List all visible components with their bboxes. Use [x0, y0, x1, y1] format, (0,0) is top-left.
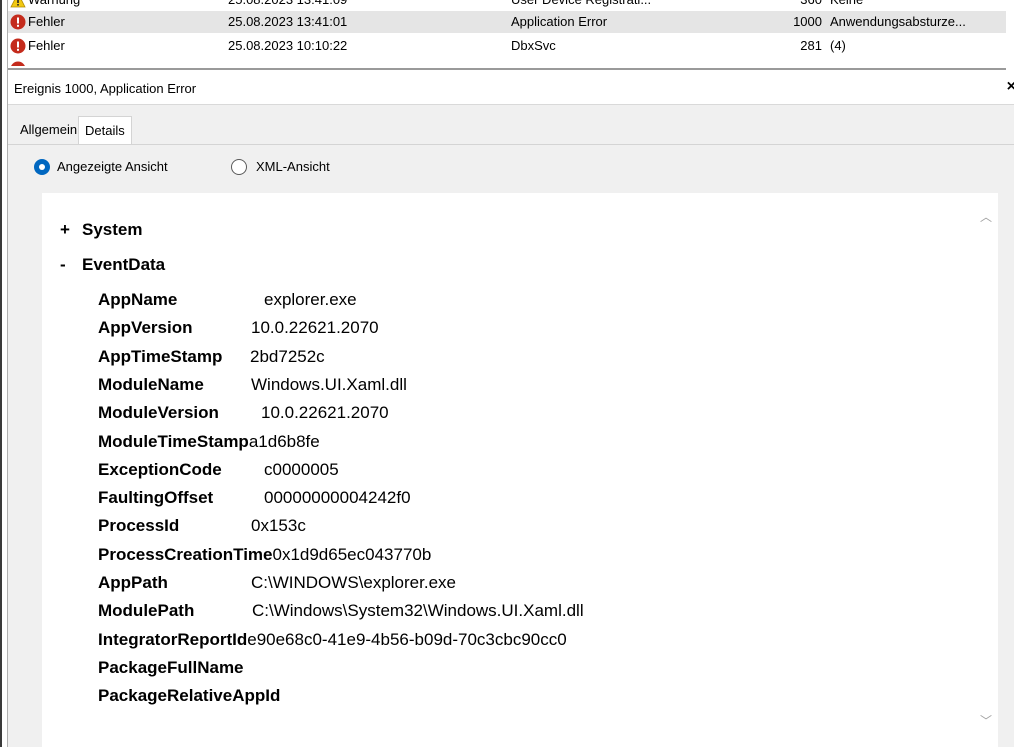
field-value: 2bd7252c [250, 346, 325, 366]
section-label: System [82, 220, 143, 239]
radio-selected-icon[interactable] [34, 159, 50, 175]
tab-allgemein[interactable]: Allgemein [14, 116, 83, 145]
field-name: ProcessId [98, 516, 180, 536]
field-name: AppName [98, 290, 178, 309]
expand-toggle[interactable]: + [60, 219, 82, 241]
field-name: AppVersion [98, 318, 193, 338]
field-row: ModuleTimeStampa1d6b8fe [98, 431, 320, 453]
details-header: Ereignis 1000, Application Error × [8, 73, 1014, 105]
event-category: Anwendungsabsturze... [830, 14, 966, 29]
event-category: Keine [830, 0, 863, 11]
field-value: 10.0.22621.2070 [251, 318, 379, 338]
error-icon [10, 14, 26, 30]
section-label: EventData [82, 255, 166, 274]
event-id: 360 [768, 0, 822, 11]
section-eventdata[interactable]: - EventData [60, 254, 165, 276]
event-row-selected[interactable]: Fehler 25.08.2023 13:41:01 Application E… [8, 11, 1006, 33]
event-row[interactable]: Fehler 25.08.2023 10:10:22 DbxSvc 281 (4… [8, 35, 1006, 57]
field-row: AppPath C:\WINDOWS\explorer.exe [98, 572, 456, 594]
field-name: ExceptionCode [98, 459, 222, 479]
tab-strip: Allgemein Details [8, 105, 1014, 145]
field-row: AppTimeStamp 2bd7252c [98, 346, 325, 368]
field-name: PackageRelativeAppId [98, 686, 281, 706]
event-datetime: 25.08.2023 13:41:09 [228, 0, 347, 11]
splitter[interactable] [8, 66, 1006, 70]
field-value: 0x1d9d65ec043770b [272, 544, 432, 564]
details-content: ︿ ﹀ + System - EventData AppName explorer.e… [42, 193, 998, 747]
field-name: IntegratorReportId [98, 629, 248, 649]
field-value: 10.0.22621.2070 [261, 403, 389, 423]
field-value: 0x153c [251, 516, 306, 536]
chevron-up-icon[interactable]: ︿ [978, 209, 994, 225]
field-name: ModuleTimeStamp [98, 431, 249, 451]
event-category: (4) [830, 38, 846, 53]
event-id: 1000 [793, 14, 822, 29]
event-level: Fehler [28, 38, 65, 53]
field-value: c0000005 [264, 459, 339, 479]
field-name: ProcessCreationTime [98, 544, 273, 564]
field-row: FaultingOffset 00000000004242f0 [98, 487, 411, 509]
event-datetime: 25.08.2023 10:10:22 [228, 38, 348, 53]
radio-label: Angezeigte Ansicht [57, 159, 168, 174]
event-source: User Device Registrati... [511, 0, 651, 11]
window-left-edge [0, 0, 8, 747]
field-row: ProcessCreationTime0x1d9d65ec043770b [98, 544, 431, 566]
tab-details[interactable]: Details [78, 116, 132, 145]
radio-unselected-icon[interactable] [231, 159, 247, 175]
field-value: e90e68c0-41e9-4b56-b09d-70c3cbc90cc0 [247, 629, 567, 649]
event-level: Warnung [28, 0, 80, 11]
field-row: IntegratorReportIde90e68c0-41e9-4b56-b09… [98, 629, 567, 651]
field-name: AppTimeStamp [98, 346, 223, 366]
event-list: Warnung 25.08.2023 13:41:09 User Device … [8, 0, 1006, 66]
field-row: ModuleVersion 10.0.22621.2070 [98, 402, 389, 424]
field-row: ModulePath C:\Windows\System32\Windows.UI… [98, 600, 584, 622]
field-value: C:\WINDOWS\explorer.exe [251, 573, 456, 592]
chevron-down-icon[interactable]: ﹀ [978, 713, 994, 729]
field-name: AppPath [98, 573, 168, 592]
field-value: Windows.UI.Xaml.dll [251, 374, 407, 394]
field-value: C:\Windows\System32\Windows.UI.Xaml.dll [252, 601, 584, 621]
event-datetime: 25.08.2023 13:41:01 [228, 14, 348, 29]
field-row: ExceptionCode c0000005 [98, 459, 339, 481]
field-name: ModuleVersion [98, 403, 219, 423]
field-value: explorer.exe [264, 290, 357, 309]
field-row: AppName explorer.exe [98, 289, 357, 311]
field-row: PackageFullName [98, 657, 244, 679]
field-row: PackageRelativeAppId [98, 685, 280, 707]
details-title: Ereignis 1000, Application Error [14, 81, 197, 96]
error-icon [10, 38, 26, 54]
field-value: a1d6b8fe [248, 431, 320, 451]
field-name: FaultingOffset [98, 488, 214, 508]
event-source: Application Error [511, 14, 608, 29]
event-source: DbxSvc [511, 38, 556, 53]
details-tab-body: Angezeigte Ansicht XML-Ansicht ︿ ﹀ + Syst… [8, 144, 1014, 747]
field-name: ModulePath [98, 601, 195, 621]
collapse-toggle[interactable]: - [60, 254, 82, 276]
field-value: 00000000004242f0 [264, 488, 411, 508]
radio-label: XML-Ansicht [256, 159, 330, 174]
warning-icon [10, 0, 26, 8]
field-row: AppVersion 10.0.22621.2070 [98, 317, 379, 339]
event-id: 281 [800, 38, 822, 53]
section-system[interactable]: + System [60, 219, 142, 241]
close-icon[interactable]: × [1007, 78, 1014, 96]
event-row[interactable]: Warnung 25.08.2023 13:41:09 User Device … [8, 0, 1006, 11]
event-row-partial[interactable] [8, 58, 1006, 66]
event-level: Fehler [28, 14, 65, 29]
field-row: ProcessId 0x153c [98, 515, 306, 537]
field-row: ModuleName Windows.UI.Xaml.dll [98, 374, 407, 396]
field-name: ModuleName [98, 374, 204, 394]
field-name: PackageFullName [98, 657, 244, 677]
